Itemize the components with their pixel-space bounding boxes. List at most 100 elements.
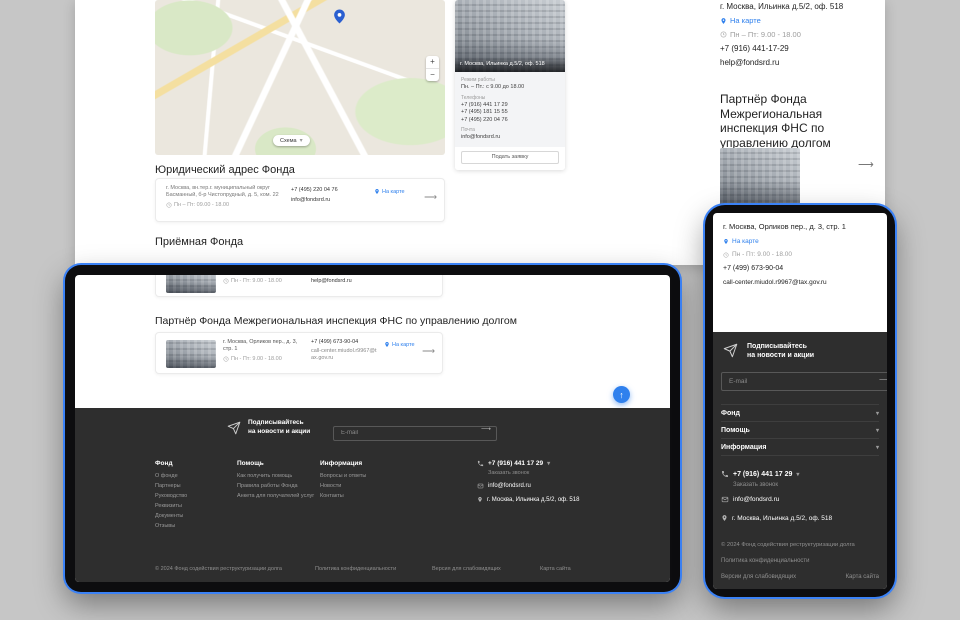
footer-phone-link[interactable]: +7 (916) 441 17 29 ▾ bbox=[721, 470, 799, 478]
footer-link[interactable]: О фонде bbox=[155, 473, 233, 479]
paper-plane-icon bbox=[227, 419, 241, 437]
phones-label: Телефоны bbox=[461, 95, 559, 101]
clock-icon bbox=[166, 202, 172, 208]
subscribe-form: ⟶ bbox=[333, 421, 497, 436]
footer-email-link[interactable]: info@fondsrd.ru bbox=[721, 496, 779, 503]
legal-email-link[interactable]: info@fondsrd.ru bbox=[291, 197, 369, 204]
footer-link[interactable]: Реквизиты bbox=[155, 503, 233, 509]
tablet-device-frame: Пн - Пт: 9.00 - 18.00 help@fondsrd.ru Па… bbox=[65, 265, 680, 592]
subscribe-email-input[interactable] bbox=[721, 372, 887, 391]
sidebar-map-link[interactable]: На карте bbox=[720, 16, 761, 25]
legal-map-link[interactable]: На карте bbox=[374, 188, 405, 195]
arrow-right-icon[interactable]: ⟶ bbox=[424, 192, 437, 203]
footer-link[interactable]: Правила работы Фонда bbox=[237, 483, 317, 489]
subscribe-subtitle: на новости и акции bbox=[248, 427, 310, 436]
email-link[interactable]: info@fondsrd.ru bbox=[461, 134, 559, 142]
reception-email-link[interactable]: help@fondsrd.ru bbox=[311, 278, 352, 285]
privacy-link[interactable]: Политика конфиденциальности bbox=[721, 558, 810, 564]
sitemap-link[interactable]: Карта сайта bbox=[540, 566, 571, 572]
footer-link[interactable]: Отзывы bbox=[155, 523, 233, 529]
office-photo: г. Москва, Ильинка д.5/2, оф. 518 bbox=[455, 0, 565, 72]
footer-link[interactable]: Анкета для получателей услуг bbox=[237, 493, 317, 499]
map-marker-icon[interactable] bbox=[333, 8, 346, 26]
arrow-right-icon[interactable]: ⟶ bbox=[422, 346, 435, 357]
legal-address-text: г. Москва, вн.тер.г. муниципальный округ… bbox=[166, 185, 284, 199]
partner-card[interactable]: г. Москва, Орликов пер., д. 3, стр. 1 Пн… bbox=[155, 332, 443, 374]
partner-email-link[interactable]: call-center.miudol.r9967@tax.gov.ru bbox=[311, 348, 379, 362]
reception-card-partial[interactable]: Пн - Пт: 9.00 - 18.00 help@fondsrd.ru bbox=[155, 275, 443, 297]
caret-down-icon: ▾ bbox=[876, 410, 879, 417]
zoom-out-button[interactable]: − bbox=[426, 68, 439, 81]
building-thumbnail bbox=[166, 340, 216, 368]
zoom-in-button[interactable]: + bbox=[426, 56, 439, 68]
office-card: г. Москва, Ильинка д.5/2, оф. 518 Режим … bbox=[455, 0, 565, 170]
pin-icon bbox=[720, 17, 727, 25]
accessibility-link[interactable]: Версии для слабовидящих bbox=[721, 574, 796, 580]
footer-link[interactable]: Как получить помощь bbox=[237, 473, 317, 479]
subscribe-title: Подписывайтесь bbox=[248, 418, 310, 427]
menu-item-help[interactable]: Помощь ▾ bbox=[721, 422, 879, 439]
legal-section-title: Юридический адрес Фонда bbox=[155, 164, 295, 176]
clock-icon bbox=[720, 31, 727, 38]
footer-email-link[interactable]: info@fondsrd.ru bbox=[477, 483, 579, 489]
partner-phone-link[interactable]: +7 (499) 673-90-04 bbox=[311, 339, 379, 346]
sidebar-phone-link[interactable]: +7 (916) 441-17-29 bbox=[720, 44, 789, 53]
partner-contact-block: +7 (499) 673-90-04 call-center.miudol.r9… bbox=[311, 339, 379, 362]
footer-copyright: © 2024 Фонд содействия реструктуризации … bbox=[155, 566, 282, 572]
map-layer-control[interactable]: Схема ▾ bbox=[273, 135, 310, 146]
footer-link[interactable]: Новости bbox=[320, 483, 400, 489]
callback-link[interactable]: Заказать звонок bbox=[488, 470, 579, 476]
legal-hours: Пн – Пт: 09.00 - 18.00 bbox=[166, 202, 284, 208]
partner-map-link[interactable]: На карте bbox=[384, 341, 415, 348]
footer-column-info: Информация Вопросы и ответы Новости Конт… bbox=[320, 460, 400, 503]
partner-photo bbox=[720, 148, 800, 208]
menu-item-info[interactable]: Информация ▾ bbox=[721, 439, 879, 456]
footer-phone-link[interactable]: +7 (916) 441 17 29 ▾ bbox=[477, 460, 579, 467]
footer-link[interactable]: Контакты bbox=[320, 493, 400, 499]
footer-link[interactable]: Руководство bbox=[155, 493, 233, 499]
legal-phone-link[interactable]: +7 (495) 220 04 76 bbox=[291, 187, 369, 194]
sitemap-link[interactable]: Карта сайта bbox=[846, 574, 879, 580]
pin-icon bbox=[477, 496, 483, 503]
mobile-phone-link[interactable]: +7 (499) 673-90-04 bbox=[723, 265, 877, 272]
pin-icon bbox=[723, 238, 729, 245]
map-layer-label: Схема bbox=[280, 138, 297, 144]
email-label: Почта bbox=[461, 127, 559, 133]
mobile-map-link[interactable]: На карте bbox=[723, 238, 877, 245]
subscribe-email-input[interactable] bbox=[333, 426, 497, 441]
footer-column-fund: Фонд О фонде Партнеры Руководство Реквиз… bbox=[155, 460, 233, 533]
phone-link[interactable]: +7 (495) 181 15 55 bbox=[461, 109, 559, 117]
phone-link[interactable]: +7 (916) 441 17 29 bbox=[461, 102, 559, 110]
apply-button[interactable]: Подать заявку bbox=[461, 151, 559, 164]
mail-icon bbox=[721, 496, 729, 503]
pin-icon bbox=[384, 341, 390, 348]
footer-column-help: Помощь Как получить помощь Правила работ… bbox=[237, 460, 317, 503]
footer-link[interactable]: Документы bbox=[155, 513, 233, 519]
menu-item-fund[interactable]: Фонд ▾ bbox=[721, 405, 879, 422]
mobile-hours: Пн - Пт: 9.00 - 18.00 bbox=[723, 251, 877, 258]
footer-link[interactable]: Вопросы и ответы bbox=[320, 473, 400, 479]
map-zoom-control[interactable]: + − bbox=[426, 56, 439, 81]
paper-plane-icon bbox=[723, 342, 738, 360]
map[interactable]: + − Схема ▾ bbox=[155, 0, 445, 155]
sidebar-email-link[interactable]: help@fondsrd.ru bbox=[720, 58, 779, 67]
footer-copyright: © 2024 Фонд содействия реструктуризации … bbox=[721, 542, 855, 548]
arrow-right-icon[interactable]: ⟶ bbox=[858, 158, 874, 171]
clock-icon bbox=[223, 356, 229, 362]
reception-hours: Пн - Пт: 9.00 - 18.00 bbox=[223, 278, 282, 284]
subscribe-submit-button[interactable]: ⟶ bbox=[879, 376, 887, 384]
mobile-email-link[interactable]: call-center.miudol.r9967@tax.gov.ru bbox=[723, 279, 877, 286]
hours-value: Пн. – Пт.: с 9.00 до 18.00 bbox=[461, 84, 559, 92]
footer-address: г. Москва, Ильинка д.5/2, оф. 518 bbox=[477, 496, 579, 503]
legal-address-card[interactable]: г. Москва, вн.тер.г. муниципальный округ… bbox=[155, 178, 445, 222]
partner-heading: Партнёр Фонда Межрегиональная инспекция … bbox=[720, 92, 880, 150]
subscribe-submit-button[interactable]: ⟶ bbox=[481, 425, 491, 433]
callback-link[interactable]: Заказать звонок bbox=[733, 482, 778, 488]
tablet-footer: Подписывайтесь на новости и акции ⟶ Фонд… bbox=[75, 408, 670, 582]
mobile-device-frame: г. Москва, Орликов пер., д. 3, стр. 1 На… bbox=[705, 205, 895, 597]
scroll-top-button[interactable]: ↑ bbox=[613, 386, 630, 403]
phone-link[interactable]: +7 (495) 220 04 76 bbox=[461, 117, 559, 125]
footer-link[interactable]: Партнеры bbox=[155, 483, 233, 489]
privacy-link[interactable]: Политика конфиденциальности bbox=[315, 566, 396, 572]
accessibility-link[interactable]: Версия для слабовидящих bbox=[432, 566, 501, 572]
